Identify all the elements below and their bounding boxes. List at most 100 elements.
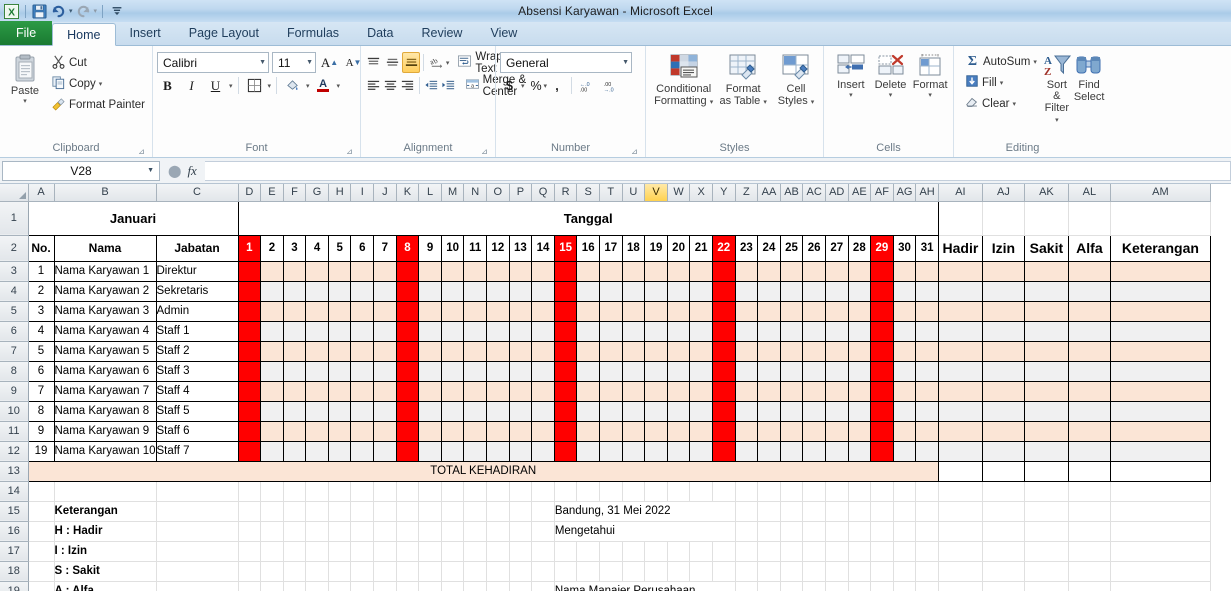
cell-day-30-row-5[interactable] — [893, 301, 916, 321]
cell-day-3-row-10[interactable] — [283, 401, 306, 421]
column-header-T[interactable]: T — [600, 184, 623, 201]
cell-day-15-row-12[interactable] — [554, 441, 577, 461]
column-header-AG[interactable]: AG — [893, 184, 916, 201]
cell-day-14-row-15[interactable] — [532, 501, 555, 521]
cell-day-6-row-15[interactable] — [351, 501, 374, 521]
cell-hadir-12[interactable] — [938, 441, 982, 461]
cell-sakit-4[interactable] — [1024, 281, 1068, 301]
align-center-button[interactable] — [382, 75, 398, 96]
cell-day-8-row-9[interactable] — [396, 381, 419, 401]
cell-A18[interactable] — [28, 561, 54, 581]
cell-day-11-row-18[interactable] — [464, 561, 487, 581]
column-header-AK[interactable]: AK — [1024, 184, 1068, 201]
cell-day-7-row-14[interactable] — [374, 481, 397, 501]
cell-day-2-row-16[interactable] — [261, 521, 284, 541]
cell-sakit-3[interactable] — [1024, 261, 1068, 281]
row-header-14[interactable]: 14 — [0, 481, 28, 501]
cell-day-7-row-17[interactable] — [374, 541, 397, 561]
cell-day-9-row-6[interactable] — [419, 321, 442, 341]
underline-dropdown-icon[interactable]: ▾ — [229, 82, 233, 90]
cell-day-28-row-8[interactable] — [848, 361, 871, 381]
column-header-AI[interactable]: AI — [938, 184, 982, 201]
header-day-25[interactable]: 25 — [780, 235, 803, 261]
cell-day-19-row-14[interactable] — [645, 481, 668, 501]
cell-day-13-row-19[interactable] — [509, 581, 532, 591]
cell-day-6-row-10[interactable] — [351, 401, 374, 421]
cell-AI18[interactable] — [938, 561, 982, 581]
row-header-19[interactable]: 19 — [0, 581, 28, 591]
cell-day-22-row-9[interactable] — [712, 381, 735, 401]
cell-day-3-row-7[interactable] — [283, 341, 306, 361]
cell-day-5-row-9[interactable] — [328, 381, 351, 401]
cell-day-25-row-6[interactable] — [780, 321, 803, 341]
header-day-7[interactable]: 7 — [374, 235, 397, 261]
cell-hadir-10[interactable] — [938, 401, 982, 421]
cell-day-29-row-10[interactable] — [871, 401, 894, 421]
cell-sakit-6[interactable] — [1024, 321, 1068, 341]
cell-day-2-row-3[interactable] — [261, 261, 284, 281]
cell-alfa-5[interactable] — [1068, 301, 1110, 321]
cell-no-11[interactable]: 9 — [28, 421, 54, 441]
cell-day-27-row-17[interactable] — [825, 541, 848, 561]
cell-day-9-row-11[interactable] — [419, 421, 442, 441]
cell-day-19-row-11[interactable] — [645, 421, 668, 441]
cell-day-18-row-12[interactable] — [622, 441, 645, 461]
cell-day-5-row-12[interactable] — [328, 441, 351, 461]
cell-day-1-row-9[interactable] — [238, 381, 261, 401]
legend-cell-16[interactable]: H : Hadir — [54, 521, 156, 541]
column-header-V[interactable]: V — [645, 184, 668, 201]
cell-day-4-row-6[interactable] — [306, 321, 329, 341]
header-jabatan[interactable]: Jabatan — [156, 235, 238, 261]
cell-keterangan-12[interactable] — [1110, 441, 1210, 461]
name-box[interactable]: V28 ▼ — [2, 161, 160, 181]
cell-day-20-row-5[interactable] — [667, 301, 690, 321]
column-header-AM[interactable]: AM — [1110, 184, 1210, 201]
cell-day-13-row-18[interactable] — [509, 561, 532, 581]
cell-day-22-row-6[interactable] — [712, 321, 735, 341]
cell-day-27-row-18[interactable] — [825, 561, 848, 581]
cell-A16[interactable] — [28, 521, 54, 541]
header-day-13[interactable]: 13 — [509, 235, 532, 261]
cell-day-28-row-4[interactable] — [848, 281, 871, 301]
cell-day-15-row-5[interactable] — [554, 301, 577, 321]
autosum-dropdown-icon[interactable]: ▾ — [1033, 58, 1037, 66]
cell-AK18[interactable] — [1024, 561, 1068, 581]
cell-day-11-row-19[interactable] — [464, 581, 487, 591]
cell-alfa-11[interactable] — [1068, 421, 1110, 441]
cell-day-3-row-6[interactable] — [283, 321, 306, 341]
number-dialog-launcher-icon[interactable]: ⊿ — [630, 147, 639, 156]
cell-day-27-row-19[interactable] — [825, 581, 848, 591]
cell-C16[interactable] — [156, 521, 238, 541]
cell-sakit-5[interactable] — [1024, 301, 1068, 321]
cell-day-18-row-17[interactable] — [622, 541, 645, 561]
sort-filter-dropdown-icon[interactable]: ▾ — [1055, 117, 1059, 124]
cell-day-24-row-7[interactable] — [758, 341, 781, 361]
cell-C15[interactable] — [156, 501, 238, 521]
cell-day-11-row-15[interactable] — [464, 501, 487, 521]
cell-day-14-row-18[interactable] — [532, 561, 555, 581]
cell-day-13-row-7[interactable] — [509, 341, 532, 361]
cell-day-20-row-14[interactable] — [667, 481, 690, 501]
column-header-U[interactable]: U — [622, 184, 645, 201]
column-header-W[interactable]: W — [667, 184, 690, 201]
header-no[interactable]: No. — [28, 235, 54, 261]
cell-day-12-row-5[interactable] — [487, 301, 510, 321]
cell-day-2-row-7[interactable] — [261, 341, 284, 361]
cell-day-26-row-10[interactable] — [803, 401, 826, 421]
font-size-dropdown-icon[interactable]: ▼ — [302, 59, 313, 66]
cell-day-22-row-10[interactable] — [712, 401, 735, 421]
formula-input[interactable] — [205, 161, 1231, 181]
cell-day-28-row-15[interactable] — [848, 501, 871, 521]
header-day-2[interactable]: 2 — [261, 235, 284, 261]
cell-day-17-row-14[interactable] — [600, 481, 623, 501]
cell-day-31-row-19[interactable] — [916, 581, 939, 591]
comma-style-button[interactable]: , — [548, 75, 567, 96]
cell-AK15[interactable] — [1024, 501, 1068, 521]
cell-AM17[interactable] — [1110, 541, 1210, 561]
cell-day-3-row-5[interactable] — [283, 301, 306, 321]
legend-cell-14[interactable] — [54, 481, 156, 501]
tanggal-title-cell[interactable]: Tanggal — [238, 201, 938, 235]
cell-day-31-row-10[interactable] — [916, 401, 939, 421]
cell-day-2-row-8[interactable] — [261, 361, 284, 381]
header-day-14[interactable]: 14 — [532, 235, 555, 261]
